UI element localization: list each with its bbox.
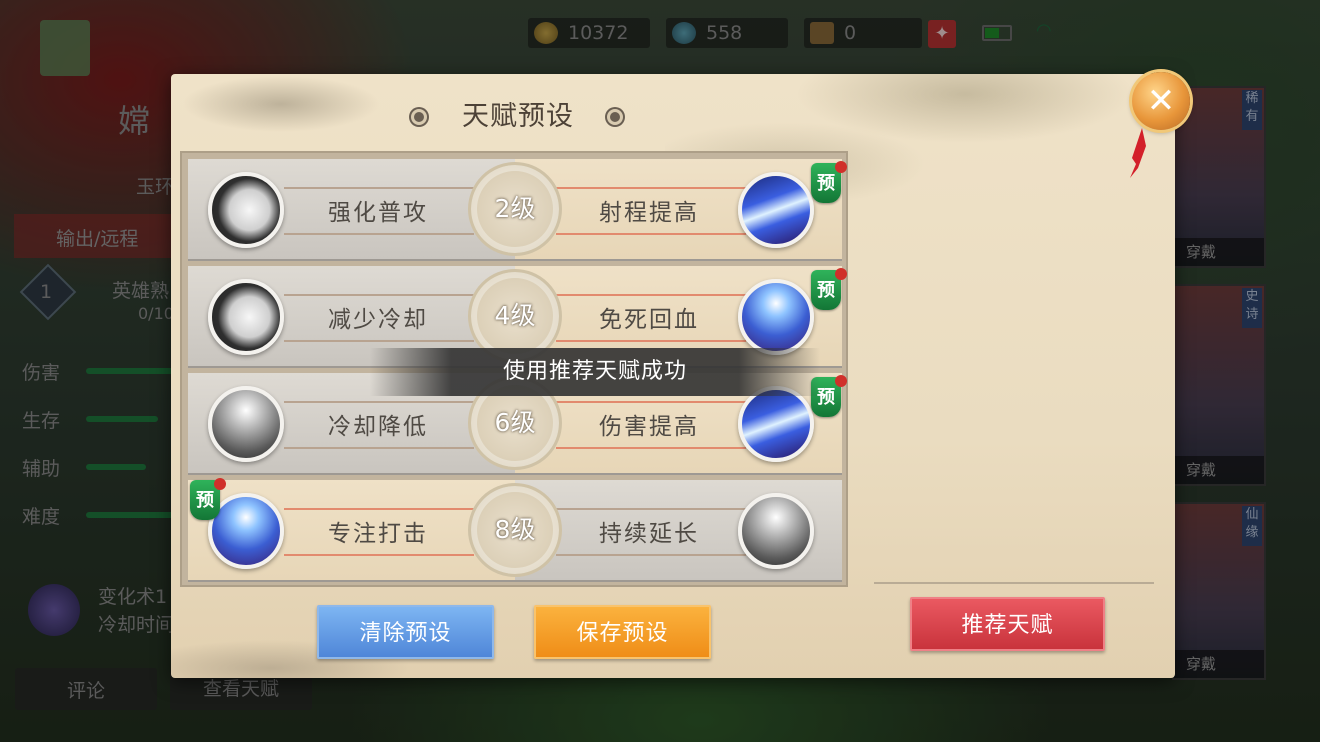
dialog-title: 天赋预设: [462, 101, 574, 132]
close-button[interactable]: ✕: [1132, 72, 1190, 130]
level-medallion: 2级: [468, 162, 562, 256]
range-up-icon: [738, 172, 814, 248]
talent-row: 预 专注打击 8级 持续延长: [188, 478, 842, 582]
ornament-icon: [411, 109, 427, 125]
ornament-icon: [607, 109, 623, 125]
talent-right-name: 免死回血: [599, 307, 699, 333]
tassel-decoration: [1130, 128, 1146, 178]
talent-left-name: 冷却降低: [328, 414, 428, 440]
talent-right-name: 射程提高: [599, 200, 699, 226]
clear-preset-button[interactable]: 清除预设: [317, 605, 494, 659]
dialog-title-wrap: 天赋预设: [440, 94, 596, 133]
enhance-attack-icon: [208, 172, 284, 248]
talent-left-name: 专注打击: [328, 521, 428, 547]
cooldown-down-icon: [208, 386, 284, 462]
save-preset-button[interactable]: 保存预设: [534, 605, 711, 659]
talent-right-name: 伤害提高: [599, 414, 699, 440]
recommend-talent-button[interactable]: 推荐天赋: [910, 597, 1105, 651]
revive-heal-icon: [738, 279, 814, 355]
preset-tag-icon: 预: [811, 161, 847, 203]
reduce-cooldown-icon: [208, 279, 284, 355]
talent-row: 强化普攻 2级 射程提高 预: [188, 159, 847, 261]
talent-right-name: 持续延长: [599, 521, 699, 547]
success-toast: 使用推荐天赋成功: [370, 348, 820, 396]
duration-extend-icon: [738, 493, 814, 569]
divider: [874, 582, 1154, 584]
damage-up-icon: [738, 386, 814, 462]
preset-tag-icon: 预: [811, 268, 847, 310]
level-medallion: 8级: [468, 483, 562, 577]
talent-left-name: 强化普攻: [328, 200, 428, 226]
preset-tag-icon: 预: [190, 478, 226, 520]
talent-left-name: 减少冷却: [328, 307, 428, 333]
